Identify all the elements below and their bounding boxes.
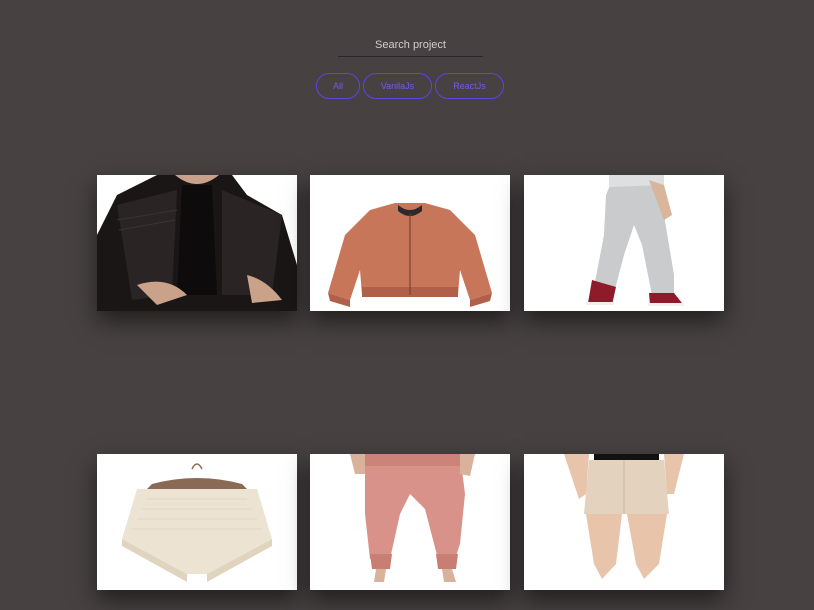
project-card-joggers[interactable]	[310, 454, 510, 590]
search-field[interactable]	[338, 34, 483, 57]
project-card-bomber-jacket[interactable]	[310, 175, 510, 311]
project-card-denim-skirt[interactable]	[524, 454, 724, 590]
sweatpants-image	[524, 175, 724, 311]
project-card-poncho[interactable]	[97, 454, 297, 590]
filter-all-button[interactable]: All	[316, 73, 360, 99]
project-card-leather-jacket[interactable]	[97, 175, 297, 311]
filter-vanilajs-button[interactable]: VanilaJs	[363, 73, 432, 99]
filter-reactjs-button[interactable]: ReactJs	[435, 73, 504, 99]
poncho-image	[97, 454, 297, 590]
filter-bar: All VanilaJs ReactJs	[316, 73, 504, 99]
search-input[interactable]	[338, 34, 483, 56]
denim-skirt-image	[524, 454, 724, 590]
leather-jacket-image	[97, 175, 297, 311]
joggers-image	[310, 454, 510, 590]
bomber-jacket-image	[310, 175, 510, 311]
project-card-sweatpants[interactable]	[524, 175, 724, 311]
